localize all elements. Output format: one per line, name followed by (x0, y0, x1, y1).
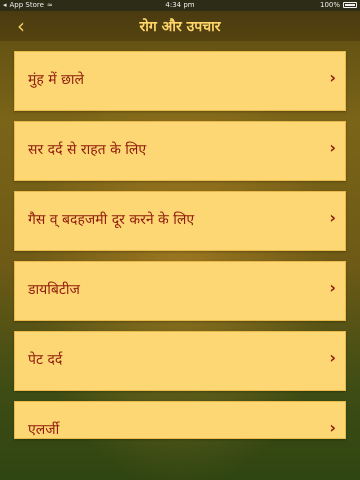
status-bar: ◂ App Store ≈ 4:34 pm 100% (0, 0, 360, 11)
list-item-label: सर दर्द से राहत के लिए (28, 142, 147, 158)
list-item-allergy[interactable]: एलर्जी › (14, 401, 346, 439)
chevron-right-icon: › (329, 278, 336, 297)
list-item-label: मुंह में छाले (28, 72, 85, 88)
list-item-diabetes[interactable]: डायबिटीज › (14, 261, 346, 321)
list-item-label: डायबिटीज (28, 282, 80, 298)
list-item-label: गैस व् बदहजमी दूर करने के लिए (28, 212, 195, 228)
list-item-headache[interactable]: सर दर्द से राहत के लिए › (14, 121, 346, 181)
list-item-label: पेट दर्द (28, 352, 63, 368)
page-title: रोग और उपचार (139, 19, 221, 35)
chevron-right-icon: › (329, 68, 336, 87)
chevron-right-icon: › (329, 138, 336, 157)
list-item-gas-indigestion[interactable]: गैस व् बदहजमी दूर करने के लिए › (14, 191, 346, 251)
chevron-right-icon: › (329, 418, 336, 437)
status-time: 4:34 pm (165, 1, 195, 9)
list-item-label: एलर्जी (28, 422, 60, 438)
status-right: 100% (320, 1, 357, 9)
list-item-mouth-ulcers[interactable]: मुंह में छाले › (14, 51, 346, 111)
nav-bar: ‹ रोग और उपचार (0, 11, 360, 41)
chevron-right-icon: › (329, 348, 336, 367)
battery-percent: 100% (319, 1, 340, 9)
battery-icon (343, 2, 357, 8)
chevron-right-icon: › (329, 208, 336, 227)
list-item-stomach-ache[interactable]: पेट दर्द › (14, 331, 346, 391)
disease-list: मुंह में छाले › सर दर्द से राहत के लिए ›… (14, 51, 346, 449)
